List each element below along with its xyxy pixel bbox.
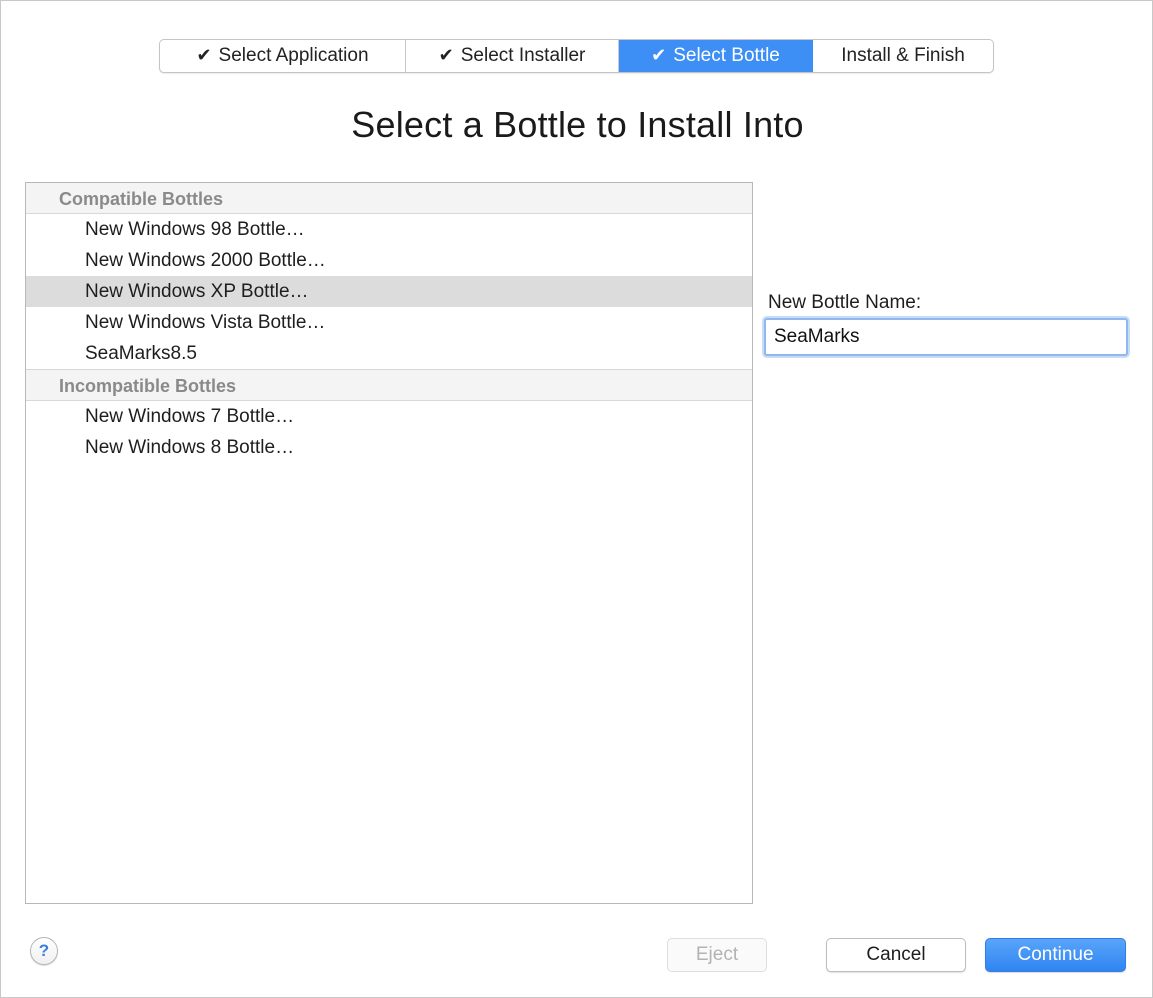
step-label: Select Installer xyxy=(460,45,586,66)
incompatible-bottles-header: Incompatible Bottles xyxy=(26,369,752,401)
bottle-item-windows-xp[interactable]: New Windows XP Bottle… xyxy=(26,276,752,307)
new-bottle-name-label: New Bottle Name: xyxy=(768,292,922,313)
page-title: Select a Bottle to Install Into xyxy=(351,104,804,145)
step-indicator: ✔ Select Application ✔ Select Installer … xyxy=(159,39,994,73)
installer-window: ✔ Select Application ✔ Select Installer … xyxy=(0,0,1153,998)
bottle-item-windows-vista[interactable]: New Windows Vista Bottle… xyxy=(26,307,752,338)
new-bottle-name-input[interactable] xyxy=(764,318,1128,356)
step-select-installer: ✔ Select Installer xyxy=(406,40,619,72)
step-label: Select Application xyxy=(218,45,369,66)
eject-button[interactable]: Eject xyxy=(667,938,767,972)
continue-button[interactable]: Continue xyxy=(985,938,1126,972)
bottle-item-windows-98[interactable]: New Windows 98 Bottle… xyxy=(26,214,752,245)
help-button[interactable]: ? xyxy=(30,937,58,965)
step-label: Select Bottle xyxy=(673,45,780,66)
bottle-item-windows-8[interactable]: New Windows 8 Bottle… xyxy=(26,432,752,463)
step-install-finish: Install & Finish xyxy=(813,40,993,72)
bottle-item-windows-2000[interactable]: New Windows 2000 Bottle… xyxy=(26,245,752,276)
step-label: Install & Finish xyxy=(841,45,965,66)
step-select-bottle: ✔ Select Bottle xyxy=(619,40,813,72)
step-select-application: ✔ Select Application xyxy=(160,40,406,72)
checkmark-icon: ✔ xyxy=(651,45,667,66)
compatible-bottles-header: Compatible Bottles xyxy=(26,183,752,214)
bottle-item-windows-7[interactable]: New Windows 7 Bottle… xyxy=(26,401,752,432)
bottle-item-seamarks[interactable]: SeaMarks8.5 xyxy=(26,338,752,369)
bottle-list[interactable]: Compatible Bottles New Windows 98 Bottle… xyxy=(25,182,753,904)
question-mark-icon: ? xyxy=(38,941,50,960)
cancel-button[interactable]: Cancel xyxy=(826,938,966,972)
checkmark-icon: ✔ xyxy=(196,45,212,66)
checkmark-icon: ✔ xyxy=(438,45,454,66)
